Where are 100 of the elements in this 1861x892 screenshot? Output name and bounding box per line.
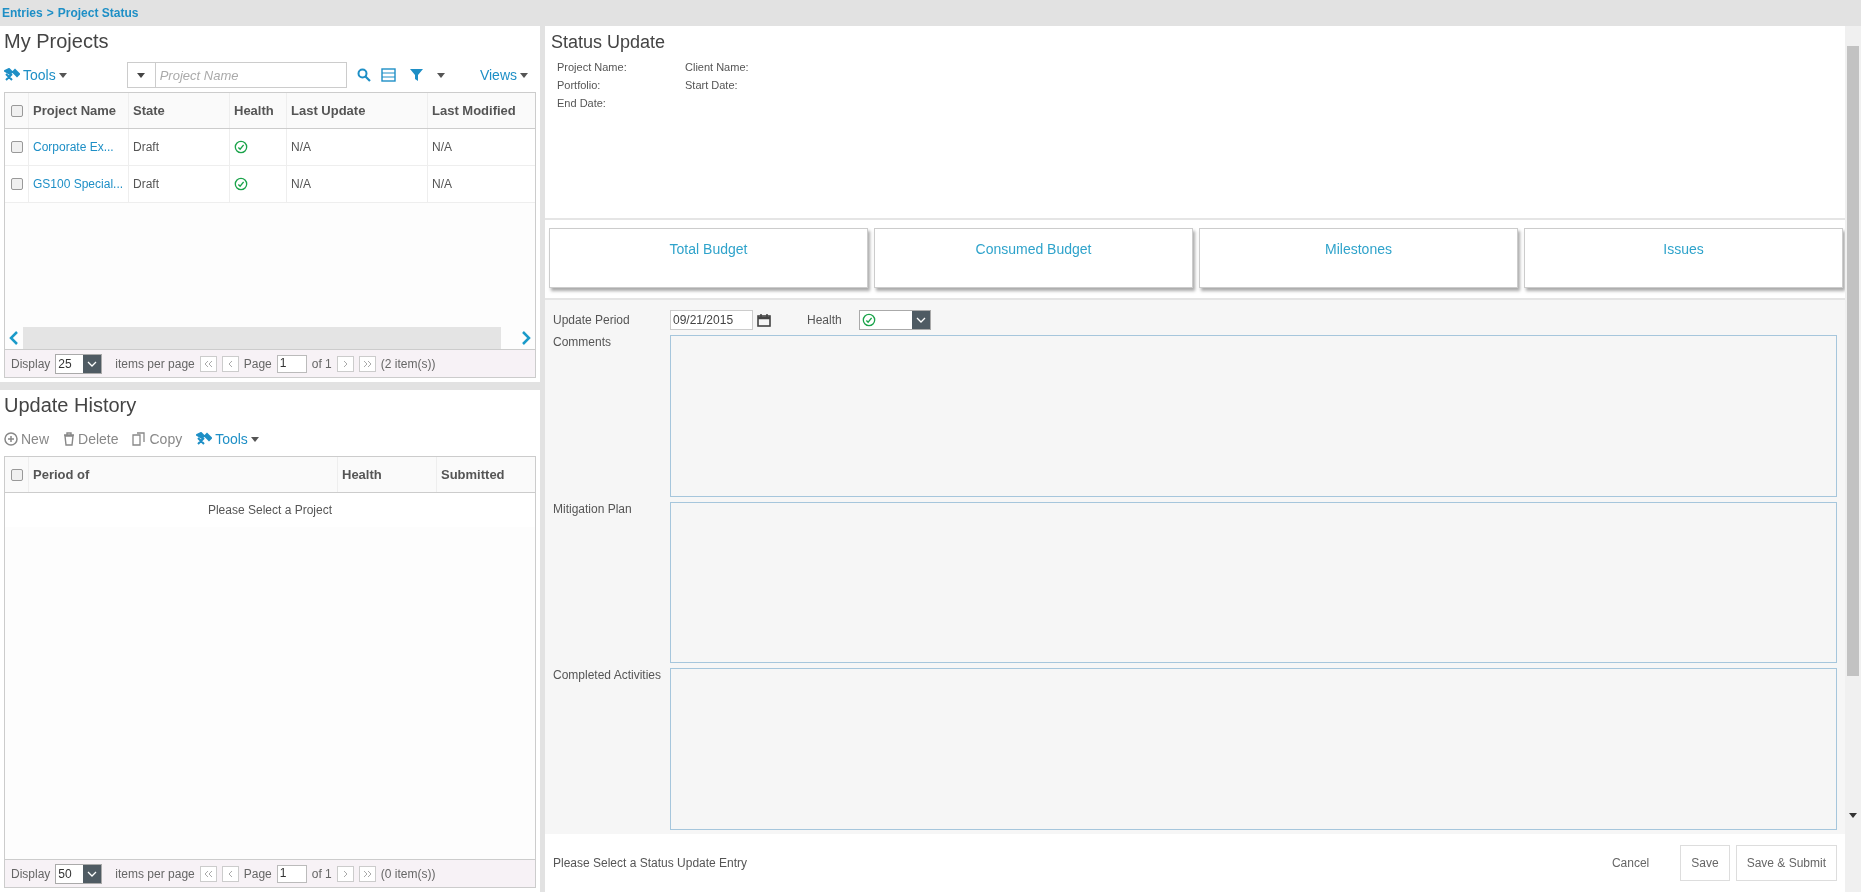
trash-icon — [63, 432, 75, 446]
column-header[interactable]: State — [128, 93, 229, 128]
chevron-right-icon — [342, 359, 348, 368]
project-link[interactable]: GS100 Special... — [28, 166, 128, 202]
first-page-button[interactable] — [199, 355, 217, 372]
chevron-right-icon — [342, 869, 348, 878]
scroll-down-icon[interactable] — [1849, 813, 1857, 818]
column-header[interactable]: Submitted — [436, 457, 535, 492]
column-header[interactable]: Last Update — [286, 93, 427, 128]
panel-title: Update History — [4, 393, 138, 418]
tools-icon — [4, 68, 20, 82]
info-label: Project Name: — [557, 61, 628, 73]
breadcrumb-separator: > — [46, 6, 54, 20]
caret-icon — [137, 72, 146, 78]
display-label: Display — [11, 356, 51, 371]
health-select[interactable] — [859, 310, 931, 330]
action-button[interactable]: Save — [1680, 845, 1730, 881]
page-input[interactable]: 1 — [276, 354, 307, 373]
info-label: Client Name: — [685, 61, 750, 73]
table-cell: N/A — [427, 166, 535, 202]
chevron-down-icon — [87, 870, 98, 877]
panel-title: Status Update — [551, 32, 667, 53]
action-button[interactable]: Save & Submit — [1735, 845, 1837, 881]
search-icon[interactable] — [356, 68, 371, 82]
next-page-button[interactable] — [336, 355, 354, 372]
toolbar-button[interactable]: Copy — [132, 431, 183, 447]
item-count: (0 item(s)) — [380, 866, 436, 881]
double-chevron-right-icon — [362, 869, 372, 878]
caret-icon — [58, 72, 67, 78]
table-cell: N/A — [286, 129, 427, 165]
items-per-page-label: items per page — [115, 866, 195, 881]
calendar-icon[interactable] — [757, 313, 771, 327]
status-message: Please Select a Status Update Entry — [553, 856, 748, 870]
column-header[interactable]: Project Name — [28, 93, 128, 128]
page-size-select[interactable]: 50 — [55, 863, 103, 884]
plus-circle-icon — [4, 432, 18, 446]
info-label: End Date: — [557, 97, 607, 109]
table-cell: N/A — [286, 166, 427, 202]
page-size-select[interactable]: 25 — [55, 353, 103, 374]
last-page-button[interactable] — [358, 355, 376, 372]
page-label: Page — [243, 356, 272, 371]
previous-page-button[interactable] — [221, 355, 239, 372]
info-label: Portfolio: — [557, 79, 602, 91]
scroll-left-icon[interactable] — [9, 331, 19, 345]
page-total: of 1 — [311, 356, 332, 371]
double-chevron-right-icon — [362, 359, 372, 368]
chevron-left-icon — [227, 359, 233, 368]
filter-icon — [409, 69, 423, 81]
check-circle-icon — [234, 140, 248, 154]
tools-icon — [196, 432, 213, 446]
info-label: Start Date: — [685, 79, 739, 91]
chevron-down-icon — [87, 360, 98, 367]
chevron-left-icon — [227, 869, 233, 878]
table-cell: Draft — [128, 166, 229, 202]
page-total: of 1 — [311, 866, 332, 881]
toolbar-button[interactable]: Delete — [63, 431, 119, 447]
date-field[interactable]: 09/21/2015 — [670, 310, 753, 330]
item-count: (2 item(s)) — [380, 356, 436, 371]
display-label: Display — [11, 866, 51, 881]
field-label: Health — [807, 313, 843, 327]
select-all-checkbox[interactable] — [10, 104, 23, 117]
scrollbar-thumb[interactable] — [1847, 46, 1859, 676]
double-chevron-left-icon — [203, 869, 213, 878]
last-page-button[interactable] — [358, 865, 376, 882]
table-cell: N/A — [427, 129, 535, 165]
field-label: Completed Activities — [553, 668, 663, 685]
check-circle-icon — [862, 313, 876, 327]
project-link[interactable]: Corporate Ex... — [28, 129, 128, 165]
column-header[interactable]: Last Modified — [427, 93, 535, 128]
row-checkbox[interactable] — [10, 141, 23, 153]
toolbar-button[interactable]: Tools — [196, 431, 259, 447]
search-box[interactable]: Project Name — [126, 62, 347, 88]
toolbar-button[interactable]: New — [4, 431, 49, 447]
scroll-right-icon[interactable] — [521, 331, 531, 345]
table-cell: Draft — [128, 129, 229, 165]
first-page-button[interactable] — [199, 865, 217, 882]
field-label: Mitigation Plan — [553, 501, 633, 518]
columns-icon[interactable] — [380, 68, 396, 82]
scrollbar-track[interactable] — [23, 327, 501, 349]
field-label: Update Period — [553, 313, 631, 327]
page-label: Page — [243, 866, 272, 881]
select-all-checkbox[interactable] — [10, 468, 23, 481]
panel-title: My Projects — [4, 29, 110, 54]
field-label: Comments — [553, 335, 612, 351]
views-menu[interactable]: Views — [479, 67, 528, 83]
row-checkbox[interactable] — [10, 178, 23, 190]
next-page-button[interactable] — [336, 865, 354, 882]
page-input[interactable]: 1 — [276, 864, 307, 883]
caret-icon — [520, 72, 528, 78]
column-header[interactable]: Health — [229, 93, 286, 128]
tools-menu[interactable]: Tools — [4, 67, 67, 83]
column-header[interactable]: Period of — [28, 457, 337, 492]
chevron-down-icon — [916, 317, 926, 323]
column-header[interactable]: Health — [337, 457, 436, 492]
filter-menu[interactable] — [409, 69, 445, 81]
copy-icon — [132, 432, 147, 446]
caret-icon — [250, 436, 259, 442]
caret-icon — [436, 72, 445, 78]
double-chevron-left-icon — [203, 359, 213, 368]
previous-page-button[interactable] — [221, 865, 239, 882]
